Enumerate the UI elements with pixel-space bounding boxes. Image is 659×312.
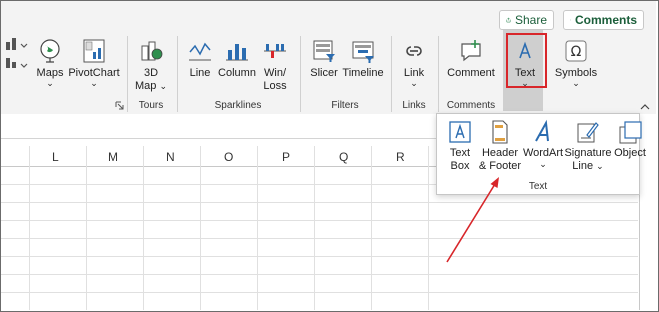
annotation-arrow: [446, 177, 499, 263]
